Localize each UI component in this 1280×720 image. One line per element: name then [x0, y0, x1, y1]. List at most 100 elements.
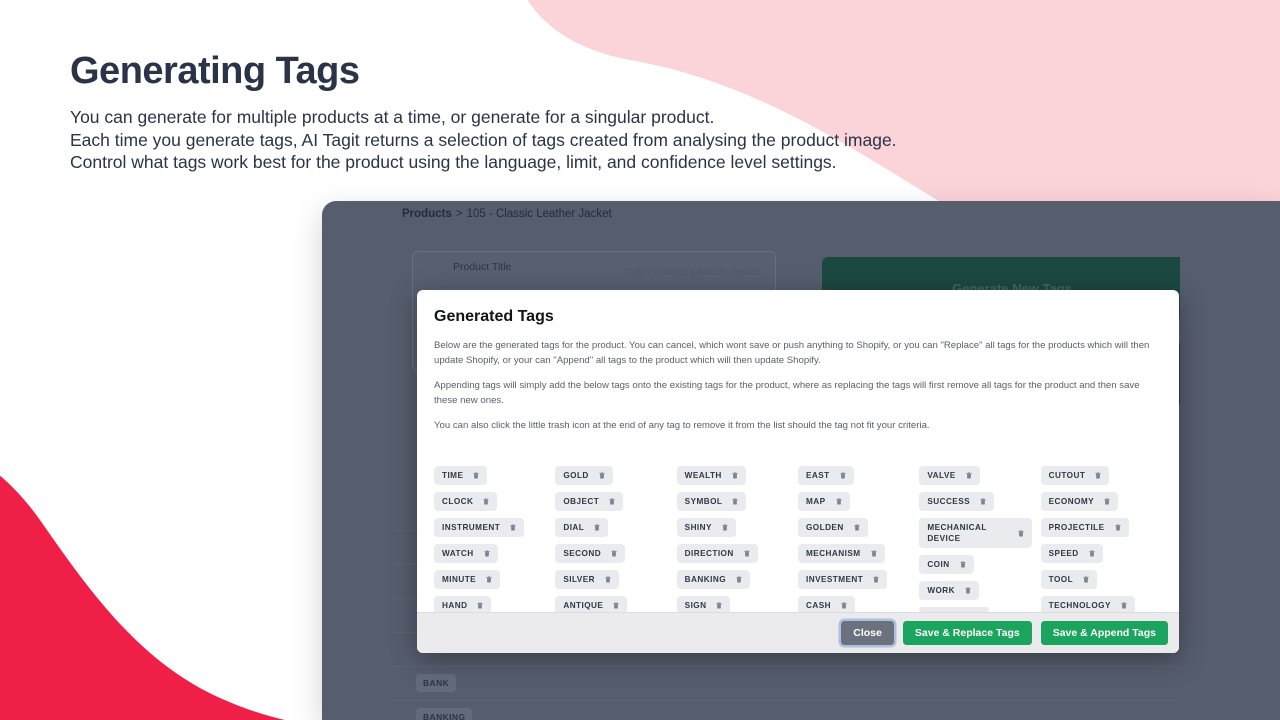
tag-chip-label: MAP — [805, 497, 826, 506]
tag-chip-label: ECONOMY — [1048, 497, 1095, 506]
trash-icon — [1114, 524, 1121, 531]
remove-tag-button[interactable] — [835, 497, 843, 506]
tag-chip[interactable]: WORK — [919, 581, 980, 600]
tag-chip[interactable]: MECHANISM — [797, 544, 885, 563]
remove-tag-button[interactable] — [598, 471, 606, 480]
tag-chip-label: PROJECTILE — [1048, 523, 1105, 532]
tag-chip[interactable]: SECOND — [555, 544, 626, 563]
remove-tag-button[interactable] — [593, 523, 601, 532]
tag-chip[interactable]: TOOL — [1040, 570, 1098, 589]
tag-chip[interactable]: ANTIQUE — [555, 596, 628, 612]
remove-tag-button[interactable] — [965, 471, 973, 480]
page-root: Generating Tags You can generate for mul… — [0, 0, 1280, 720]
trash-icon — [510, 524, 516, 531]
trash-icon — [873, 576, 879, 583]
tag-column: TIME CLOCK INSTRUMENT WATCH MINUTE HAND — [434, 466, 555, 612]
remove-tag-button[interactable] — [853, 523, 861, 532]
tag-chip[interactable]: GOLD — [555, 466, 613, 485]
trash-icon — [486, 576, 492, 583]
trash-icon — [594, 524, 600, 531]
page-title: Generating Tags — [70, 50, 360, 92]
remove-tag-button[interactable] — [476, 601, 484, 610]
remove-tag-button[interactable] — [840, 601, 848, 610]
breadcrumb-root[interactable]: Products — [402, 208, 452, 220]
remove-tag-button[interactable] — [1082, 575, 1090, 584]
remove-tag-button[interactable] — [1088, 549, 1096, 558]
save-replace-tags-button[interactable]: Save & Replace Tags — [902, 621, 1032, 645]
tag-chip[interactable]: SYMBOL — [676, 492, 747, 511]
remove-tag-button[interactable] — [735, 575, 743, 584]
tag-chip[interactable]: DIRECTION — [676, 544, 758, 563]
remove-tag-button[interactable] — [1103, 497, 1111, 506]
remove-tag-button[interactable] — [1094, 471, 1102, 480]
tag-chip[interactable]: PROJECTILE — [1040, 518, 1129, 537]
modal-paragraph-2: Appending tags will simply add the below… — [434, 380, 1140, 406]
tag-chip[interactable]: SPEED — [1040, 544, 1103, 563]
tag-chip[interactable]: MINUTE — [434, 570, 501, 589]
remove-tag-button[interactable] — [743, 549, 751, 558]
tag-chip[interactable]: GOLDEN — [797, 518, 868, 537]
tag-chip[interactable]: BANKING — [676, 570, 751, 589]
tag-chip-label: SIGN — [684, 601, 707, 610]
tag-chip[interactable]: TECHNOLOGY — [1040, 596, 1135, 612]
tag-chip[interactable]: WATCH — [434, 544, 498, 563]
remove-tag-button[interactable] — [1114, 523, 1122, 532]
tag-chip-label: MECHANICAL DEVICE — [927, 523, 987, 543]
save-append-tags-button[interactable]: Save & Append Tags — [1040, 621, 1168, 645]
tag-chip[interactable]: CUTOUT — [1040, 466, 1110, 485]
remove-tag-button[interactable] — [731, 471, 739, 480]
tag-chip[interactable]: SHINY — [676, 518, 736, 537]
remove-tag-button[interactable] — [872, 575, 880, 584]
tag-chip[interactable]: MECHANICAL DEVICE — [919, 518, 1033, 548]
trash-icon — [613, 602, 619, 609]
remove-tag-button[interactable] — [610, 549, 618, 558]
remove-tag-button[interactable] — [1017, 529, 1025, 538]
tag-chip-label: WATCH — [442, 549, 474, 558]
remove-tag-button[interactable] — [612, 601, 620, 610]
tag-chip[interactable]: WEALTH — [676, 466, 746, 485]
remove-tag-button[interactable] — [979, 497, 987, 506]
tag-chip-label: WEALTH — [684, 471, 722, 480]
remove-tag-button[interactable] — [509, 523, 517, 532]
remove-tag-button[interactable] — [731, 497, 739, 506]
remove-tag-button[interactable] — [839, 471, 847, 480]
tag-column: EAST MAP GOLDEN MECHANISM INVESTMENT CASH — [797, 466, 919, 612]
tag-chip-label: INSTRUMENT — [442, 523, 501, 532]
remove-tag-button[interactable] — [483, 549, 491, 558]
tag-chip-label: TOOL — [1048, 575, 1074, 584]
close-button[interactable]: Close — [841, 621, 894, 645]
tag-chip[interactable]: MAP — [797, 492, 850, 511]
tag-chip[interactable]: EAST — [797, 466, 854, 485]
remove-tag-button[interactable] — [715, 601, 723, 610]
remove-tag-button[interactable] — [608, 497, 616, 506]
tag-chip[interactable]: ECONOMY — [1040, 492, 1119, 511]
tag-chip[interactable]: CLOCK — [434, 492, 498, 511]
tag-chip-label: WORK — [927, 586, 956, 595]
remove-tag-button[interactable] — [472, 471, 480, 480]
tag-chip[interactable]: SIGN — [676, 596, 731, 612]
remove-tag-button[interactable] — [485, 575, 493, 584]
remove-tag-button[interactable] — [1120, 601, 1128, 610]
remove-tag-button[interactable] — [721, 523, 729, 532]
tag-chip[interactable]: DIAL — [555, 518, 609, 537]
remove-tag-button[interactable] — [482, 497, 490, 506]
tag-chip-label: SHINY — [684, 523, 712, 532]
remove-tag-button[interactable] — [964, 586, 972, 595]
tag-chip[interactable]: INVESTMENT — [797, 570, 888, 589]
tag-chip[interactable]: SILVER — [555, 570, 619, 589]
panel-right-edge — [1180, 201, 1280, 720]
tag-chip-label: GOLD — [563, 471, 589, 480]
remove-tag-button[interactable] — [959, 560, 967, 569]
tag-chip-label: BANK — [416, 674, 457, 692]
tag-chip[interactable]: COIN — [919, 555, 974, 574]
tag-chip[interactable]: SUCCESS — [919, 492, 995, 511]
tag-chip[interactable]: TIME — [434, 466, 488, 485]
tag-chip[interactable]: INSTRUMENT — [434, 518, 525, 537]
tag-chip-label: OBJECT — [563, 497, 600, 506]
remove-tag-button[interactable] — [870, 549, 878, 558]
tag-chip[interactable]: VALVE — [919, 466, 980, 485]
tag-chip[interactable]: OBJECT — [555, 492, 624, 511]
remove-tag-button[interactable] — [604, 575, 612, 584]
tag-chip[interactable]: CASH — [797, 596, 855, 612]
tag-chip[interactable]: HAND — [434, 596, 492, 612]
